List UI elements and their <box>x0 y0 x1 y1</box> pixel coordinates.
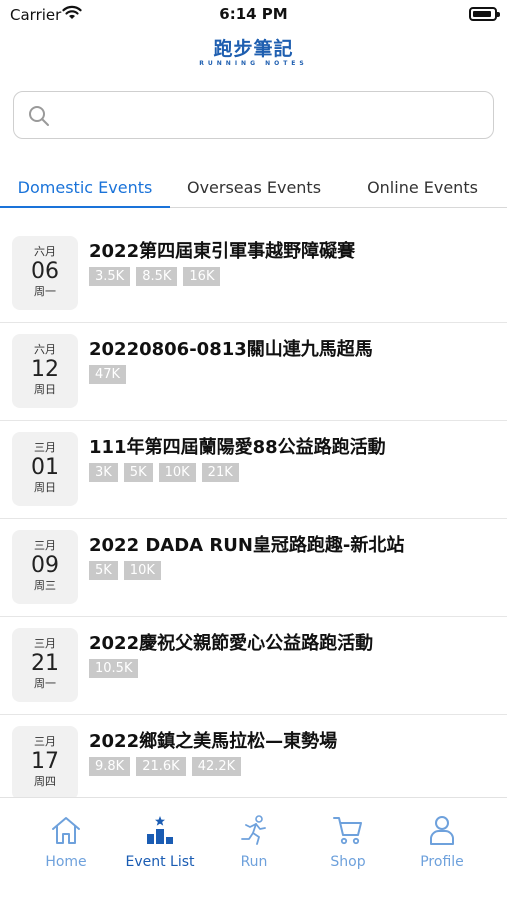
event-month: 三月 <box>34 735 56 748</box>
event-row[interactable]: 三月 17 周四 2022鄉鎮之美馬拉松—東勢場 9.8K 21.6K 42.2… <box>0 715 507 797</box>
nav-event-list-label: Event List <box>125 854 195 870</box>
distance-tag: 9.8K <box>89 757 131 776</box>
date-card: 六月 12 周日 <box>12 334 78 408</box>
event-title: 2022第四屆東引軍事越野障礙賽 <box>89 241 356 262</box>
distance-tag: 8.5K <box>136 267 178 286</box>
event-day: 06 <box>31 259 59 284</box>
search-input[interactable] <box>64 100 484 130</box>
event-month: 六月 <box>34 343 56 356</box>
event-weekday: 周日 <box>34 481 56 494</box>
tab-domestic-events[interactable]: Domestic Events <box>0 170 170 208</box>
distance-tag: 5K <box>123 463 153 482</box>
bottom-tab-bar: Home Event List Run Shop Profile <box>0 797 507 900</box>
distance-tag: 10K <box>158 463 196 482</box>
distance-tag: 21.6K <box>136 757 186 776</box>
distance-tag: 47K <box>89 365 127 384</box>
distance-tag: 3.5K <box>89 267 131 286</box>
event-title: 111年第四屆蘭陽愛88公益路跑活動 <box>89 437 386 458</box>
event-list: 六月 06 周一 2022第四屆東引軍事越野障礙賽 3.5K 8.5K 16K … <box>0 225 507 797</box>
nav-event-list[interactable]: Event List <box>113 812 207 870</box>
nav-shop-label: Shop <box>330 854 366 870</box>
distance-tag: 5K <box>89 561 118 580</box>
distance-tag: 10K <box>123 561 161 580</box>
nav-home[interactable]: Home <box>19 812 113 870</box>
event-title: 20220806-0813關山連九馬超馬 <box>89 339 373 360</box>
tab-online-events[interactable]: Online Events <box>338 170 507 208</box>
nav-profile[interactable]: Profile <box>395 812 489 870</box>
event-month: 三月 <box>34 637 56 650</box>
event-row[interactable]: 六月 06 周一 2022第四屆東引軍事越野障礙賽 3.5K 8.5K 16K <box>0 225 507 323</box>
distance-tag: 42.2K <box>191 757 242 776</box>
nav-home-label: Home <box>45 854 87 870</box>
date-card: 三月 09 周三 <box>12 530 78 604</box>
date-card: 六月 06 周一 <box>12 236 78 310</box>
runner-icon <box>207 812 301 848</box>
event-day: 09 <box>31 553 59 578</box>
distance-tags: 10.5K <box>89 659 139 678</box>
distance-tags: 9.8K 21.6K 42.2K <box>89 757 242 776</box>
event-tabs: Domestic Events Overseas Events Online E… <box>0 170 507 208</box>
event-title: 2022 DADA RUN皇冠路跑趣-新北站 <box>89 535 405 556</box>
event-month: 三月 <box>34 441 56 454</box>
event-row[interactable]: 六月 12 周日 20220806-0813關山連九馬超馬 47K <box>0 323 507 421</box>
search-bar[interactable] <box>13 91 494 139</box>
event-weekday: 周三 <box>34 579 56 592</box>
distance-tags: 47K <box>89 365 127 384</box>
event-weekday: 周一 <box>34 677 56 690</box>
date-card: 三月 21 周一 <box>12 628 78 702</box>
nav-run[interactable]: Run <box>207 812 301 870</box>
event-day: 17 <box>31 749 59 774</box>
date-card: 三月 01 周日 <box>12 432 78 506</box>
search-icon <box>28 105 50 131</box>
status-bar: Carrier 6:14 PM <box>0 0 507 30</box>
app-logo: 跑步筆記 RUNNING NOTES <box>0 38 507 68</box>
logo-subtitle: RUNNING NOTES <box>199 60 308 67</box>
event-weekday: 周日 <box>34 383 56 396</box>
distance-tag: 10.5K <box>89 659 139 678</box>
home-icon <box>19 812 113 848</box>
distance-tag: 21K <box>201 463 239 482</box>
logo-title: 跑步筆記 <box>213 38 294 60</box>
event-row[interactable]: 三月 21 周一 2022慶祝父親節愛心公益路跑活動 10.5K <box>0 617 507 715</box>
event-title: 2022慶祝父親節愛心公益路跑活動 <box>89 633 374 654</box>
battery-icon <box>469 7 500 21</box>
event-row[interactable]: 三月 09 周三 2022 DADA RUN皇冠路跑趣-新北站 5K 10K <box>0 519 507 617</box>
date-card: 三月 17 周四 <box>12 726 78 797</box>
tab-overseas-events[interactable]: Overseas Events <box>170 170 338 208</box>
distance-tags: 3.5K 8.5K 16K <box>89 267 221 286</box>
event-month: 六月 <box>34 245 56 258</box>
event-day: 21 <box>31 651 59 676</box>
event-day: 01 <box>31 455 59 480</box>
distance-tags: 5K 10K <box>89 561 161 580</box>
event-day: 12 <box>31 357 59 382</box>
event-month: 三月 <box>34 539 56 552</box>
nav-profile-label: Profile <box>420 854 464 870</box>
person-icon <box>395 812 489 848</box>
event-title: 2022鄉鎮之美馬拉松—東勢場 <box>89 731 338 752</box>
nav-run-label: Run <box>240 854 268 870</box>
cart-icon <box>301 812 395 848</box>
distance-tag: 3K <box>89 463 118 482</box>
distance-tag: 16K <box>183 267 221 286</box>
event-row[interactable]: 三月 01 周日 111年第四屆蘭陽愛88公益路跑活動 3K 5K 10K 21… <box>0 421 507 519</box>
event-weekday: 周一 <box>34 285 56 298</box>
event-weekday: 周四 <box>34 775 56 788</box>
clock: 6:14 PM <box>219 5 288 23</box>
distance-tags: 3K 5K 10K 21K <box>89 463 239 482</box>
podium-icon <box>113 812 207 848</box>
nav-shop[interactable]: Shop <box>301 812 395 870</box>
